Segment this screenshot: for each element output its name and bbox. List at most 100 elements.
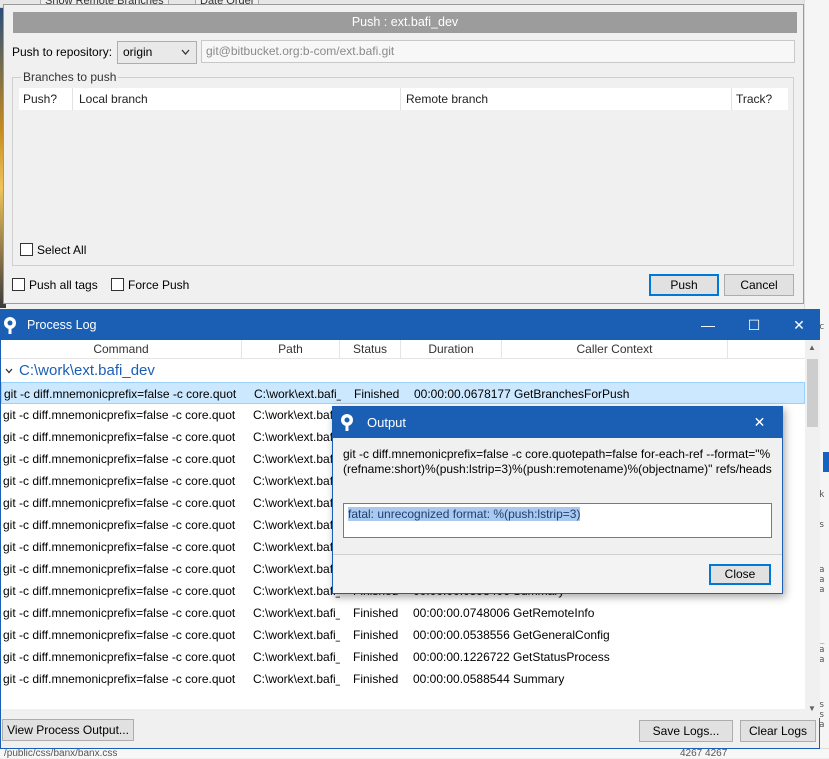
- row-command: git -c diff.mnemonicprefix=false -c core…: [3, 606, 236, 620]
- row-path: C:\work\ext.bafi_: [253, 628, 340, 642]
- row-duration: 00:00:00.0538556: [413, 628, 510, 642]
- output-dialog: Output ✕ git -c diff.mnemonicprefix=fals…: [332, 406, 783, 594]
- row-duration: 00:00:00.0748006: [413, 606, 510, 620]
- row-command: git -c diff.mnemonicprefix=false -c core…: [3, 628, 236, 642]
- close-icon[interactable]: ✕: [737, 407, 782, 438]
- row-command: git -c diff.mnemonicprefix=false -c core…: [3, 496, 236, 510]
- column-track[interactable]: Track?: [732, 88, 788, 110]
- bg-blue-marker: [823, 452, 829, 472]
- log-row[interactable]: git -c diff.mnemonicprefix=false -c core…: [1, 382, 805, 404]
- row-caller-context: GetGeneralConfig: [513, 628, 610, 642]
- save-logs-button[interactable]: Save Logs...: [639, 720, 733, 742]
- row-path: C:\work\ext.baf: [253, 408, 334, 422]
- branches-to-push-legend: Branches to push: [21, 70, 119, 84]
- row-path: C:\work\ext.bafi_: [253, 672, 340, 686]
- log-row[interactable]: git -c diff.mnemonicprefix=false -c core…: [1, 624, 805, 646]
- output-dialog-titlebar[interactable]: Output ✕: [333, 407, 782, 438]
- push-all-tags-label: Push all tags: [29, 278, 98, 292]
- row-path: C:\work\ext.bafi_: [253, 584, 340, 598]
- row-command: git -c diff.mnemonicprefix=false -c core…: [3, 408, 236, 422]
- row-path: C:\work\ext.bafi_: [253, 606, 340, 620]
- sourcetree-logo-icon: [339, 413, 355, 434]
- row-command: git -c diff.mnemonicprefix=false -c core…: [4, 387, 237, 401]
- checkbox-box[interactable]: [111, 278, 124, 291]
- output-dialog-footer: Close: [333, 554, 782, 593]
- row-command: git -c diff.mnemonicprefix=false -c core…: [3, 430, 236, 444]
- column-push[interactable]: Push?: [19, 88, 73, 110]
- column-path[interactable]: Path: [242, 340, 340, 359]
- row-command: git -c diff.mnemonicprefix=false -c core…: [3, 584, 236, 598]
- scroll-up-arrow-icon[interactable]: ▲: [808, 343, 816, 352]
- view-process-output-button[interactable]: View Process Output...: [2, 719, 134, 741]
- scrollbar-thumb[interactable]: [807, 359, 818, 427]
- close-button[interactable]: Close: [709, 564, 771, 585]
- push-all-tags-checkbox[interactable]: Push all tags: [12, 277, 98, 293]
- row-status: Finished: [353, 672, 399, 686]
- checkbox-box[interactable]: [12, 278, 25, 291]
- row-command: git -c diff.mnemonicprefix=false -c core…: [3, 540, 236, 554]
- row-path: C:\work\ext.baf: [253, 518, 334, 532]
- force-push-checkbox[interactable]: Force Push: [111, 277, 189, 293]
- process-log-title: Process Log: [27, 318, 97, 332]
- column-status[interactable]: Status: [340, 340, 401, 359]
- output-command-text: git -c diff.mnemonicprefix=false -c core…: [343, 447, 772, 476]
- row-path: C:\work\ext.baf: [253, 562, 334, 576]
- row-path: C:\work\ext.baf: [253, 540, 334, 554]
- cancel-button[interactable]: Cancel: [724, 274, 794, 296]
- row-path: C:\work\ext.baf: [253, 430, 334, 444]
- row-path: C:\work\ext.baf: [253, 474, 334, 488]
- row-path: C:\work\ext.baf: [253, 452, 334, 466]
- process-log-table-header: Command Path Status Duration Caller Cont…: [1, 340, 805, 359]
- log-row[interactable]: git -c diff.mnemonicprefix=false -c core…: [1, 668, 805, 690]
- column-remote-branch[interactable]: Remote branch: [402, 88, 732, 110]
- row-command: git -c diff.mnemonicprefix=false -c core…: [3, 562, 236, 576]
- output-error-text[interactable]: fatal: unrecognized format: %(push:lstri…: [348, 507, 581, 521]
- maximize-button[interactable]: ☐: [731, 310, 777, 340]
- row-command: git -c diff.mnemonicprefix=false -c core…: [3, 518, 236, 532]
- bg-file-path: /public/css/banx/banx.css: [4, 748, 118, 759]
- minimize-button[interactable]: —: [685, 310, 731, 340]
- log-row[interactable]: git -c diff.mnemonicprefix=false -c core…: [1, 646, 805, 668]
- column-local-branch[interactable]: Local branch: [73, 88, 401, 110]
- row-status: Finished: [353, 606, 399, 620]
- background-status-strip: /public/css/banx/banx.css 4267 4267: [0, 748, 829, 759]
- process-log-titlebar[interactable]: Process Log — ☐ ✕: [1, 310, 819, 340]
- row-caller-context: GetRemoteInfo: [513, 606, 595, 620]
- branches-table[interactable]: Push? Local branch Remote branch Track?: [19, 88, 788, 236]
- repository-select[interactable]: origin: [117, 41, 197, 64]
- chevron-down-icon: [181, 42, 190, 71]
- row-caller-context: GetBranchesForPush: [514, 387, 630, 401]
- column-caller-context[interactable]: Caller Context: [502, 340, 728, 359]
- push-to-repository-label: Push to repository:: [12, 45, 113, 59]
- close-window-button[interactable]: ✕: [776, 310, 822, 340]
- row-command: git -c diff.mnemonicprefix=false -c core…: [3, 650, 236, 664]
- row-path: C:\work\ext.bafi_: [253, 650, 340, 664]
- row-status: Finished: [353, 628, 399, 642]
- force-push-label: Force Push: [128, 278, 190, 292]
- row-caller-context: Summary: [513, 672, 565, 686]
- process-log-scrollbar[interactable]: ▲ ▼: [805, 340, 820, 718]
- clear-logs-button[interactable]: Clear Logs: [740, 720, 816, 742]
- row-path: C:\work\ext.baf: [253, 496, 334, 510]
- row-duration: 00:00:00.1226722: [413, 650, 510, 664]
- sourcetree-logo-icon: [2, 316, 18, 337]
- branches-table-header: Push? Local branch Remote branch Track?: [19, 88, 788, 110]
- push-dialog-title: Push : ext.bafi_dev: [13, 12, 797, 33]
- repository-selected-value: origin: [123, 45, 153, 59]
- output-error-textbox[interactable]: fatal: unrecognized format: %(push:lstri…: [343, 503, 772, 538]
- row-duration: 00:00:00.0678177: [414, 387, 511, 401]
- push-button[interactable]: Push: [649, 274, 719, 296]
- checkbox-box[interactable]: [20, 243, 33, 256]
- repository-group-title: C:\work\ext.bafi_dev: [19, 362, 155, 379]
- scroll-down-arrow-icon[interactable]: ▼: [808, 704, 816, 713]
- row-duration: 00:00:00.0588544: [413, 672, 510, 686]
- row-status: Finished: [353, 650, 399, 664]
- log-row[interactable]: git -c diff.mnemonicprefix=false -c core…: [1, 602, 805, 624]
- column-command[interactable]: Command: [1, 340, 242, 359]
- select-all-checkbox[interactable]: Select All: [20, 242, 86, 258]
- row-command: git -c diff.mnemonicprefix=false -c core…: [3, 672, 236, 686]
- push-dialog: Push : ext.bafi_dev Push to repository: …: [3, 4, 804, 304]
- row-path: C:\work\ext.bafi_: [254, 387, 341, 401]
- repository-url-field[interactable]: git@bitbucket.org:b-com/ext.bafi.git: [201, 40, 795, 63]
- column-duration[interactable]: Duration: [401, 340, 502, 359]
